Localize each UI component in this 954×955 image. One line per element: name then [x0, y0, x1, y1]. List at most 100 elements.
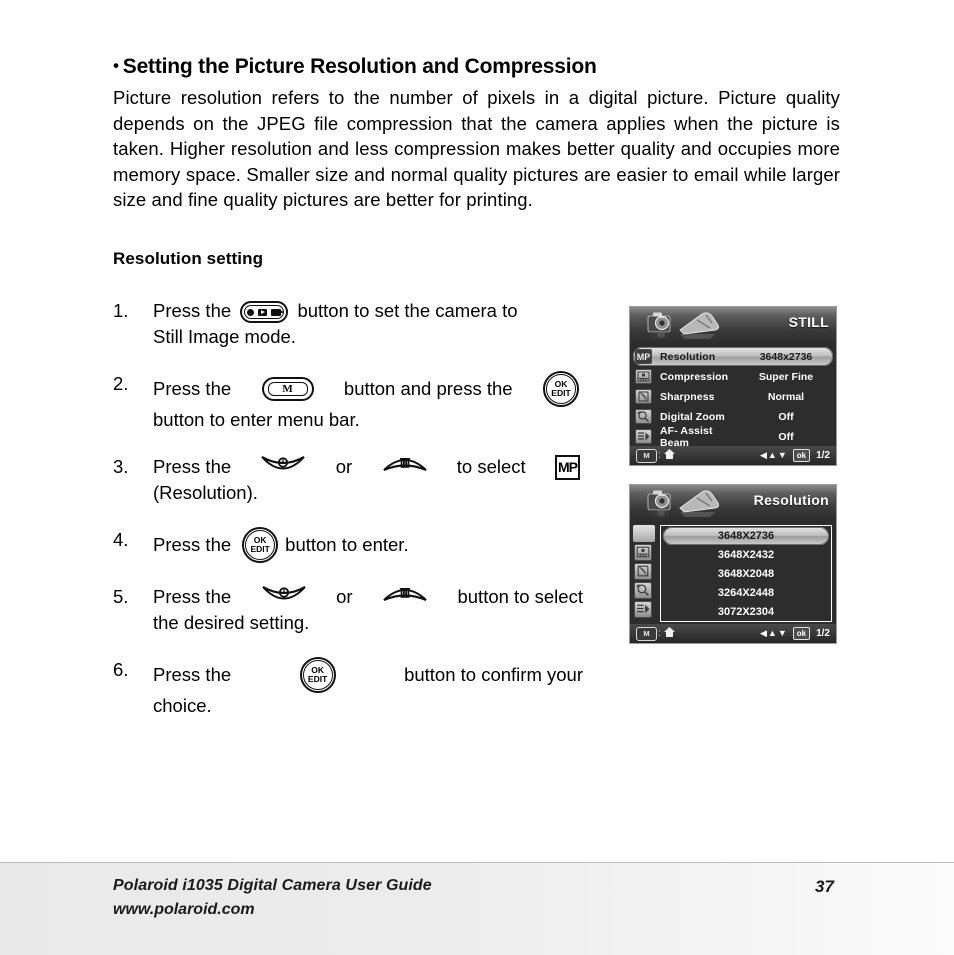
- step-body: Press the or: [153, 584, 583, 636]
- step-text: or: [335, 456, 353, 477]
- mp-badge-icon: MP: [555, 454, 580, 480]
- intro-paragraph: Picture resolution refers to the number …: [113, 87, 840, 211]
- menu-key-indicator: M: [636, 448, 657, 463]
- content-column: • Setting the Picture Resolution and Comp…: [113, 54, 843, 269]
- resolution-option[interactable]: 3648X2736: [663, 527, 829, 545]
- step-number: 4.: [113, 529, 129, 550]
- step-text: Press the: [153, 456, 232, 477]
- list-item: 1. Press the button to set the camera to…: [113, 298, 583, 350]
- page-indicator: 1/2: [816, 450, 830, 461]
- step-number: 1.: [113, 300, 129, 321]
- camera-settings-icon: [647, 490, 671, 517]
- step-text: Press the: [153, 300, 232, 321]
- delete-arc-button-icon: [382, 454, 428, 480]
- lcd-title: Resolution: [753, 492, 829, 508]
- list-item: 2. Press the M button and press the OK ED…: [113, 371, 583, 433]
- ok-edit-button-icon: OK EDIT: [299, 657, 336, 693]
- step-body: Press the OK EDIT button to enter.: [153, 527, 583, 563]
- svg-text:MP: MP: [637, 352, 651, 362]
- menu-row-label: Digital Zoom: [660, 410, 725, 423]
- resolution-option[interactable]: 3072X2304: [663, 603, 829, 621]
- step-text: button and press the: [343, 378, 513, 399]
- step-body: Press the or: [153, 454, 583, 506]
- step-number: 2.: [113, 373, 129, 394]
- step-text: button to confirm your: [404, 664, 583, 685]
- footer-guide-title: Polaroid i1035 Digital Camera User Guide: [113, 877, 432, 894]
- step-text: Press the: [153, 534, 232, 555]
- home-icon: [663, 447, 676, 465]
- digital-zoom-icon[interactable]: [634, 582, 652, 599]
- sidebar-item-resolution-selected[interactable]: [633, 525, 655, 542]
- menu-row-sharpness[interactable]: Sharpness Normal: [633, 387, 833, 406]
- footer-page-number: 37: [815, 877, 834, 896]
- dpad-arrows-icon: ◀▲▼: [760, 628, 788, 638]
- resolution-option[interactable]: 3648X2432: [663, 546, 829, 564]
- step-text: (Resolution).: [153, 482, 258, 503]
- step-text: Press the: [153, 664, 232, 685]
- menu-row-label: Compression: [660, 370, 729, 383]
- header-icon-group: [640, 308, 730, 344]
- af-assist-icon: [635, 429, 652, 444]
- step-body: Press the button to set the camera to St…: [153, 298, 583, 350]
- menu-row-value: Normal: [767, 390, 805, 403]
- list-item: 3. Press the or to select MP (Resolution…: [113, 454, 583, 506]
- step-number: 5.: [113, 586, 129, 607]
- menu-row-af-assist-beam[interactable]: AF- Assist Beam Off: [633, 424, 833, 449]
- compression-icon: [635, 369, 652, 384]
- step-text: Press the: [153, 378, 232, 399]
- sharpness-icon[interactable]: [634, 563, 652, 580]
- menu-row-digital-zoom[interactable]: Digital Zoom Off: [633, 407, 833, 426]
- step-text: Press the: [153, 586, 232, 607]
- step-body: Press the M button and press the OK EDIT …: [153, 371, 583, 433]
- mp-resolution-icon: MP: [635, 349, 652, 364]
- step-text: the desired setting.: [153, 612, 310, 633]
- step-text: or: [336, 586, 353, 607]
- dpad-arrows-icon: ◀▲▼: [760, 450, 788, 460]
- menu-button-icon: M: [261, 377, 314, 401]
- page-title-text: Setting the Picture Resolution and Compr…: [122, 55, 597, 78]
- self-timer-arc-button-icon: [261, 584, 307, 610]
- sharpness-icon: [635, 389, 652, 404]
- ok-key-indicator: ok: [792, 627, 811, 640]
- menu-row-resolution[interactable]: MP Resolution 3648x2736: [633, 347, 833, 366]
- delete-arc-button-icon: [382, 584, 428, 610]
- separator: :: [658, 628, 661, 639]
- step-body: Press the OK EDIT button to confirm your …: [153, 657, 583, 719]
- menu-row-value: Off: [778, 410, 794, 423]
- ok-edit-button-icon: OK EDIT: [242, 527, 279, 563]
- resolution-option[interactable]: 3648X2048: [663, 565, 829, 583]
- page-footer: Polaroid i1035 Digital Camera User Guide…: [0, 862, 954, 955]
- menu-row-label: AF- Assist Beam: [660, 424, 713, 449]
- home-icon: [663, 625, 676, 643]
- lcd-status-bar: M : ◀▲▼ ok 1/2: [630, 446, 836, 465]
- sub-heading: Resolution setting: [113, 248, 264, 268]
- menu-row-compression[interactable]: Compression Super Fine: [633, 367, 833, 386]
- step-text: Still Image mode.: [153, 326, 296, 347]
- resolution-option[interactable]: 3264X2448: [663, 584, 829, 602]
- separator: :: [658, 450, 661, 461]
- list-item: 4. Press the OK EDIT button to enter.: [113, 527, 583, 563]
- step-text: button to set the camera to: [297, 300, 518, 321]
- compression-icon[interactable]: [634, 544, 652, 561]
- camera-settings-icon: [647, 312, 671, 339]
- resolution-option-list: 3648X2736 3648X2432 3648X2048 3264X2448 …: [660, 525, 832, 622]
- step-text: to select: [456, 456, 526, 477]
- step-text: choice.: [153, 695, 212, 716]
- menu-row-label: Resolution: [660, 350, 716, 363]
- step-text: button to select: [457, 586, 583, 607]
- lcd-resolution-body: 3648X2736 3648X2432 3648X2048 3264X2448 …: [630, 523, 836, 624]
- footer-website: www.polaroid.com: [113, 901, 255, 918]
- menu-key-indicator: M: [636, 626, 657, 641]
- step-text: button to enter.: [285, 534, 409, 555]
- af-assist-icon[interactable]: [634, 601, 652, 618]
- lcd-sidebar-tabs: [633, 525, 655, 622]
- step-text: button to enter menu bar.: [153, 409, 360, 430]
- mode-switch-button-icon: [240, 301, 289, 324]
- lcd-title: STILL: [788, 314, 829, 330]
- ok-edit-button-icon: OK EDIT: [542, 371, 579, 407]
- list-item: 5. Press the or button to select the des…: [113, 584, 583, 636]
- wrench-tool-icon: [679, 312, 720, 339]
- ok-key-indicator: ok: [792, 449, 811, 462]
- manual-page: • Setting the Picture Resolution and Comp…: [0, 0, 954, 955]
- lcd-menu-list: MP Resolution 3648x2736 Compression Supe…: [630, 345, 836, 449]
